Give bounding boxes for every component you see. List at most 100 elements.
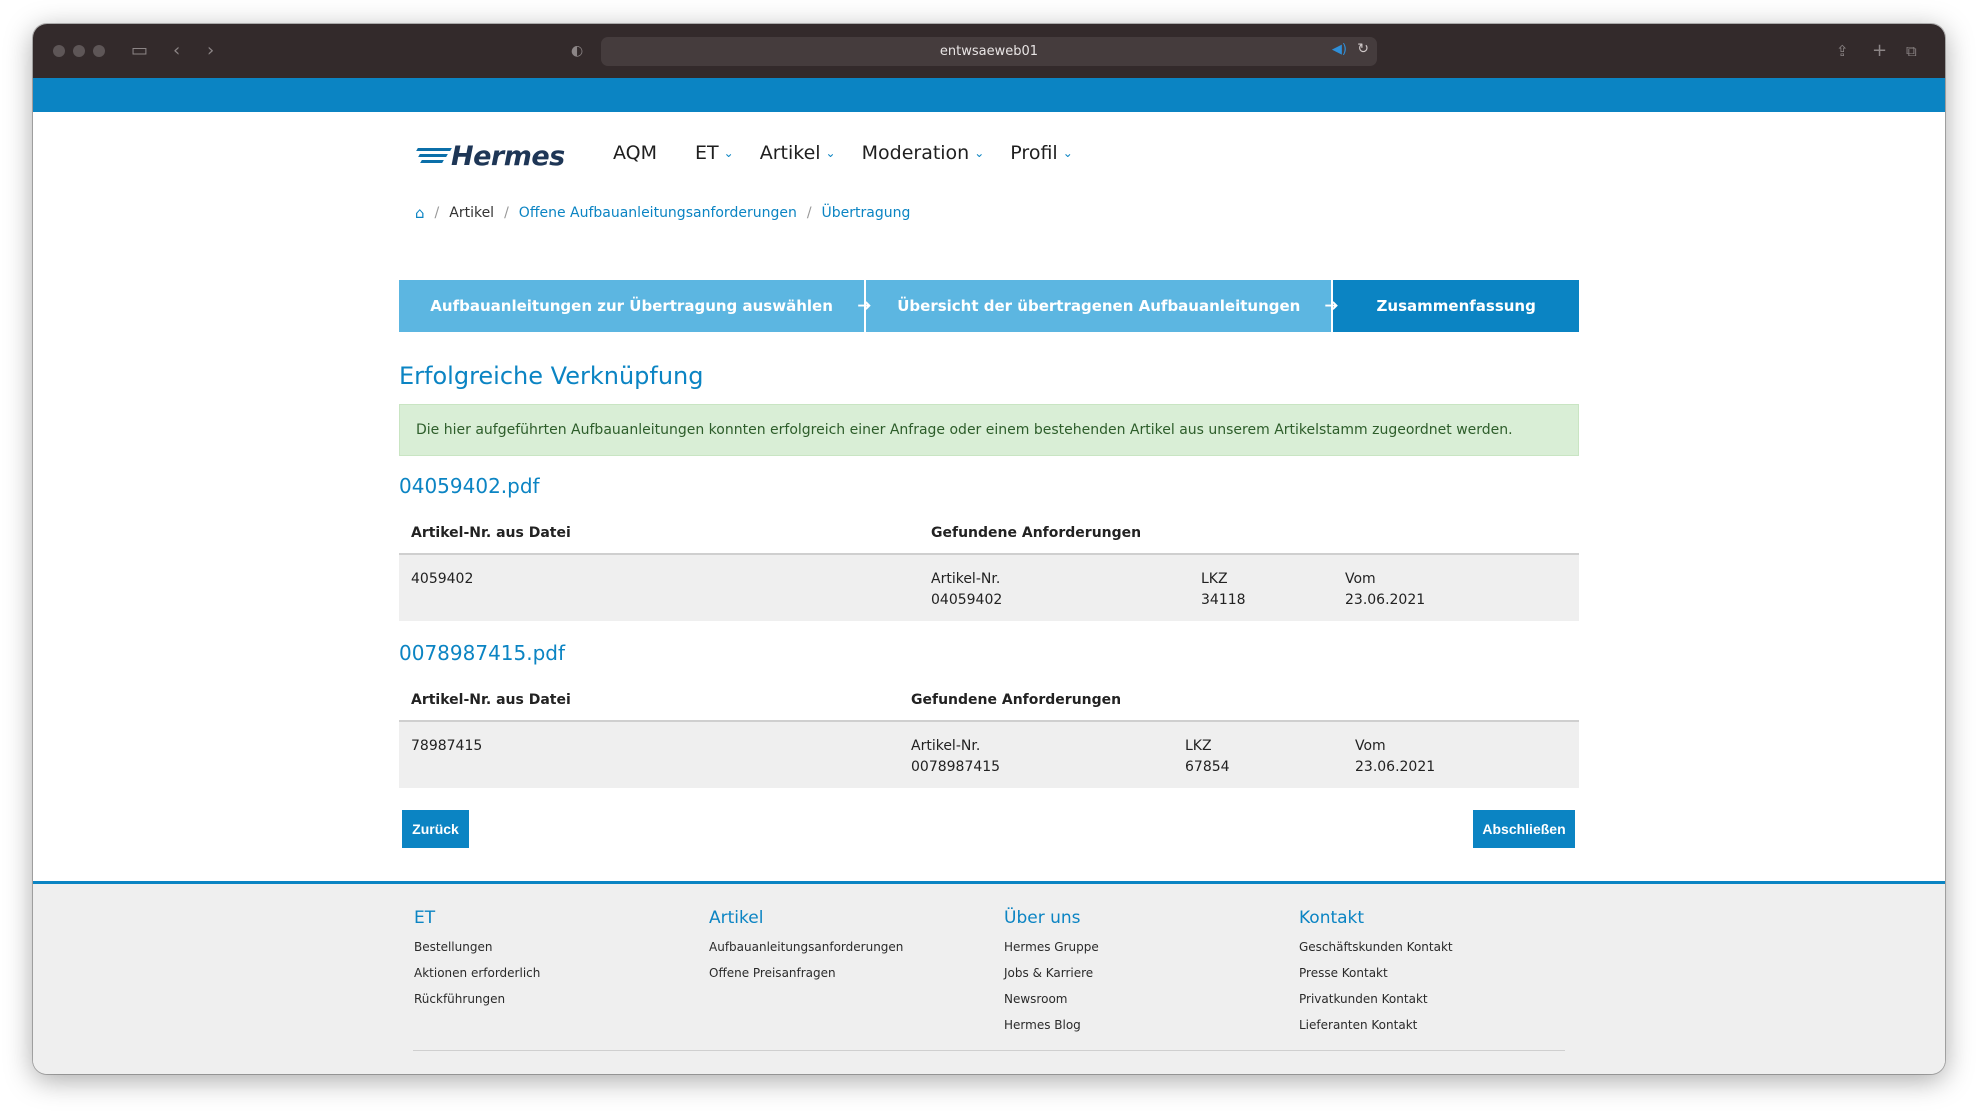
breadcrumb-separator: / bbox=[434, 205, 440, 221]
success-alert-text: Die hier aufgeführten Aufbauanleitungen … bbox=[416, 422, 1513, 438]
footer-link[interactable]: Newsroom bbox=[1004, 986, 1099, 1012]
nav-label: AQM bbox=[613, 142, 658, 164]
column-header: Gefundene Anforderungen bbox=[931, 525, 1142, 541]
chevron-down-icon: ⌄ bbox=[1062, 146, 1073, 160]
footer-link[interactable]: Rückführungen bbox=[414, 986, 540, 1012]
step-select[interactable]: Aufbauanleitungen zur Übertragung auswäh… bbox=[399, 280, 871, 332]
nav-item-moderation[interactable]: Moderation ⌄ bbox=[862, 142, 985, 164]
chevron-down-icon: ⌄ bbox=[825, 146, 836, 160]
forward-arrow-icon[interactable]: › bbox=[207, 40, 214, 62]
footer-link[interactable]: Geschäftskunden Kontakt bbox=[1299, 934, 1453, 960]
new-tab-icon[interactable]: + bbox=[1872, 40, 1887, 62]
footer-link[interactable]: Presse Kontakt bbox=[1299, 960, 1453, 986]
back-button[interactable]: Zurück bbox=[402, 810, 469, 848]
chevron-down-icon: ⌄ bbox=[723, 146, 734, 160]
breadcrumb: ⌂ / Artikel / Offene Aufbauanleitungsanf… bbox=[415, 204, 910, 222]
arrow-right-icon: ➔ bbox=[857, 296, 872, 316]
vom-label: Vom bbox=[1355, 738, 1386, 754]
step-label: Zusammenfassung bbox=[1376, 297, 1536, 315]
footer-link[interactable]: Jobs & Karriere bbox=[1004, 960, 1099, 986]
table-row: 4059402 Artikel-Nr. 04059402 LKZ 34118 V… bbox=[399, 555, 1579, 621]
nav-label: Artikel bbox=[759, 142, 821, 164]
main-nav: AQM ET ⌄ Artikel ⌄ Moderation ⌄ Profil ⌄ bbox=[613, 142, 1099, 164]
footer-divider bbox=[413, 1050, 1565, 1051]
nav-item-artikel[interactable]: Artikel ⌄ bbox=[760, 142, 836, 164]
zoom-window-button[interactable] bbox=[93, 45, 105, 57]
table-header: Artikel-Nr. aus Datei Gefundene Anforder… bbox=[399, 507, 1579, 555]
breadcrumb-uebertragung[interactable]: Übertragung bbox=[822, 205, 911, 221]
footer-heading: ET bbox=[414, 908, 436, 928]
breadcrumb-offene-anforderungen[interactable]: Offene Aufbauanleitungsanforderungen bbox=[519, 205, 797, 221]
wizard-steps: Aufbauanleitungen zur Übertragung auswäh… bbox=[399, 280, 1579, 332]
hermes-logo[interactable]: Hermes bbox=[413, 136, 565, 176]
reload-icon[interactable]: ↻ bbox=[1357, 41, 1369, 57]
footer-link[interactable]: Aufbauanleitungsanforderungen bbox=[709, 934, 903, 960]
column-header: Gefundene Anforderungen bbox=[911, 692, 1122, 708]
breadcrumb-separator: / bbox=[806, 205, 812, 221]
step-label: Aufbauanleitungen zur Übertragung auswäh… bbox=[430, 297, 833, 315]
sidebar-toggle-icon[interactable]: ▭ bbox=[131, 40, 148, 62]
nav-item-et[interactable]: ET ⌄ bbox=[695, 142, 734, 164]
table-row: 78987415 Artikel-Nr. 0078987415 LKZ 6785… bbox=[399, 722, 1579, 788]
footer-column-artikel: Artikel Aufbauanleitungsanforderungen Of… bbox=[709, 908, 903, 986]
footer-column-kontakt: Kontakt Geschäftskunden Kontakt Presse K… bbox=[1299, 908, 1453, 1038]
window-controls bbox=[53, 45, 105, 57]
article-label: Artikel-Nr. bbox=[911, 738, 981, 754]
home-icon[interactable]: ⌂ bbox=[415, 204, 425, 222]
step-summary[interactable]: Zusammenfassung bbox=[1333, 280, 1579, 332]
lkz-value: 34118 bbox=[1201, 592, 1246, 608]
footer-link[interactable]: Bestellungen bbox=[414, 934, 540, 960]
shield-icon[interactable]: ◐ bbox=[571, 40, 583, 62]
minimize-window-button[interactable] bbox=[73, 45, 85, 57]
finish-button[interactable]: Abschließen bbox=[1473, 810, 1575, 848]
file-title: 04059402.pdf bbox=[399, 474, 540, 498]
browser-toolbar: ▭ ‹ › ◐ entwsaeweb01 ◀) ↻ ⇪ + ⧉ bbox=[33, 24, 1945, 78]
vom-label: Vom bbox=[1345, 571, 1376, 587]
footer-heading: Artikel bbox=[709, 908, 764, 928]
article-value: 0078987415 bbox=[911, 759, 1001, 775]
nav-label: Moderation bbox=[861, 142, 970, 164]
breadcrumb-artikel: Artikel bbox=[449, 205, 495, 221]
nav-label: ET bbox=[695, 142, 719, 164]
step-overview[interactable]: Übersicht der übertragenen Aufbauanleitu… bbox=[866, 280, 1339, 332]
footer-link[interactable]: Hermes Blog bbox=[1004, 1012, 1099, 1038]
logo-wordmark: Hermes bbox=[451, 140, 565, 172]
footer-column-et: ET Bestellungen Aktionen erforderlich Rü… bbox=[414, 908, 540, 1012]
article-value: 04059402 bbox=[931, 592, 1003, 608]
share-icon[interactable]: ⇪ bbox=[1836, 40, 1849, 62]
file-article-number: 78987415 bbox=[411, 738, 483, 754]
vom-value: 23.06.2021 bbox=[1355, 759, 1436, 775]
footer-link[interactable]: Hermes Gruppe bbox=[1004, 934, 1099, 960]
back-arrow-icon[interactable]: ‹ bbox=[173, 40, 180, 62]
address-bar-url: entwsaeweb01 bbox=[939, 44, 1039, 59]
lkz-label: LKZ bbox=[1201, 571, 1228, 587]
footer-link[interactable]: Offene Preisanfragen bbox=[709, 960, 903, 986]
tab-overview-icon[interactable]: ⧉ bbox=[1906, 40, 1917, 62]
footer-link[interactable]: Privatkunden Kontakt bbox=[1299, 986, 1453, 1012]
file-table: Artikel-Nr. aus Datei Gefundene Anforder… bbox=[399, 674, 1579, 788]
address-bar[interactable]: entwsaeweb01 ◀) ↻ bbox=[601, 37, 1377, 66]
close-window-button[interactable] bbox=[53, 45, 65, 57]
nav-label: Profil bbox=[1010, 142, 1058, 164]
speaker-icon[interactable]: ◀) bbox=[1332, 42, 1347, 57]
success-alert: Die hier aufgeführten Aufbauanleitungen … bbox=[399, 404, 1579, 456]
footer: ET Bestellungen Aktionen erforderlich Rü… bbox=[33, 881, 1945, 1074]
breadcrumb-separator: / bbox=[504, 205, 509, 221]
footer-link[interactable]: Lieferanten Kontakt bbox=[1299, 1012, 1453, 1038]
arrow-right-icon: ➔ bbox=[1324, 296, 1339, 316]
top-brand-bar bbox=[33, 78, 1945, 112]
logo-stripes-icon bbox=[413, 145, 452, 167]
column-header: Artikel-Nr. aus Datei bbox=[411, 525, 571, 541]
file-title: 0078987415.pdf bbox=[399, 641, 566, 665]
nav-item-profil[interactable]: Profil ⌄ bbox=[1010, 142, 1072, 164]
chevron-down-icon: ⌄ bbox=[974, 146, 985, 160]
browser-window: ▭ ‹ › ◐ entwsaeweb01 ◀) ↻ ⇪ + ⧉ Hermes A… bbox=[33, 24, 1945, 1074]
article-label: Artikel-Nr. bbox=[931, 571, 1001, 587]
lkz-label: LKZ bbox=[1185, 738, 1212, 754]
nav-item-aqm[interactable]: AQM bbox=[613, 142, 657, 164]
footer-link[interactable]: Aktionen erforderlich bbox=[414, 960, 540, 986]
column-header: Artikel-Nr. aus Datei bbox=[411, 692, 571, 708]
page-title: Erfolgreiche Verknüpfung bbox=[399, 362, 704, 390]
file-article-number: 4059402 bbox=[411, 571, 474, 587]
step-label: Übersicht der übertragenen Aufbauanleitu… bbox=[897, 297, 1301, 315]
